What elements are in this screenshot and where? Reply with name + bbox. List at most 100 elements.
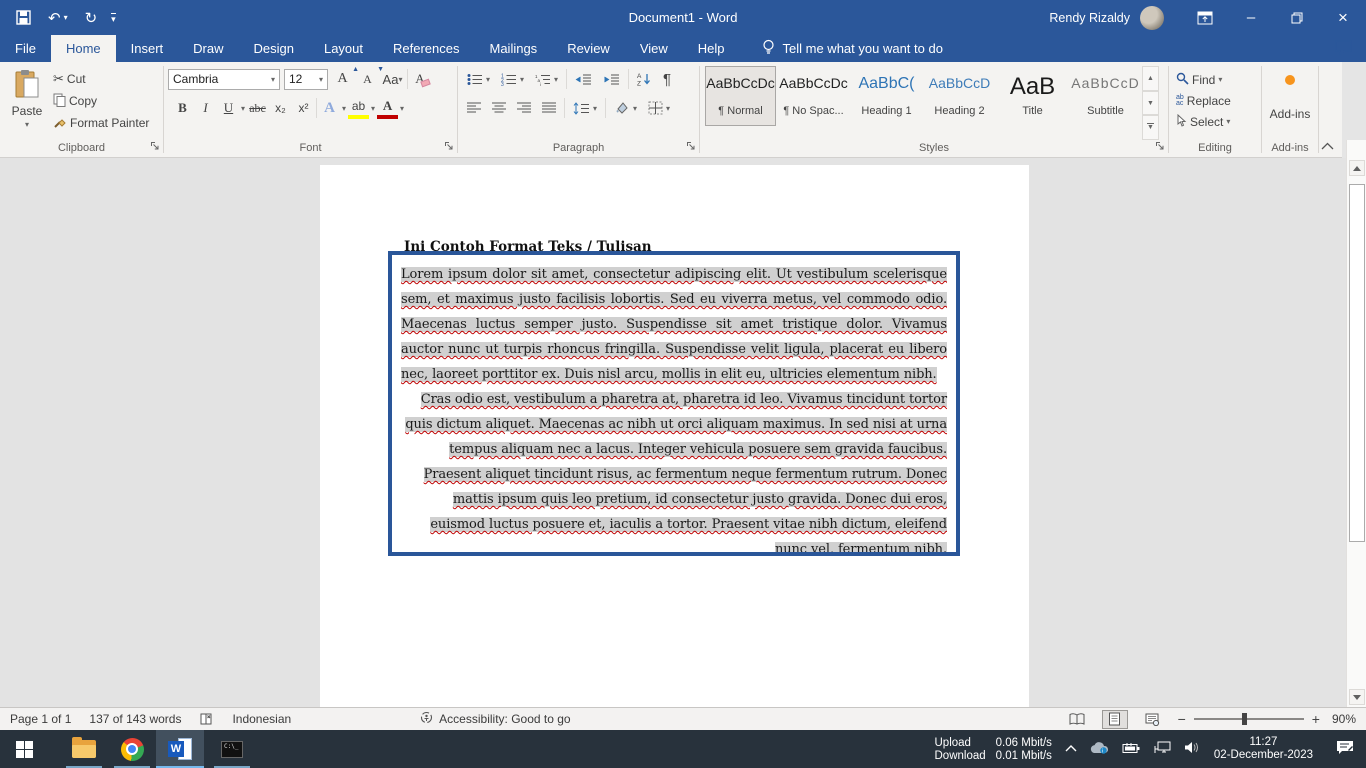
save-icon[interactable]	[16, 10, 31, 25]
bullets-button[interactable]: ▾	[464, 72, 493, 87]
style-heading-1[interactable]: AaBbC( Heading 1	[851, 66, 922, 126]
tab-design[interactable]: Design	[239, 35, 309, 62]
close-button[interactable]: ×	[1320, 0, 1366, 35]
styles-scroll-up-button[interactable]: ▲	[1142, 66, 1159, 91]
paragraph-border-box[interactable]: Lorem ipsum dolor sit amet, consectetur …	[388, 251, 960, 556]
redo-button[interactable]: ↻	[85, 9, 98, 27]
superscript-button[interactable]: x²	[293, 97, 314, 119]
addins-icon[interactable]	[1285, 75, 1295, 85]
zoom-slider[interactable]: − +	[1178, 711, 1320, 727]
select-button[interactable]: Select▾	[1173, 113, 1257, 130]
battery-icon[interactable]	[1122, 742, 1141, 757]
justify-button[interactable]	[539, 101, 559, 115]
subscript-button[interactable]: x₂	[270, 97, 291, 119]
tab-draw[interactable]: Draw	[178, 35, 238, 62]
web-layout-button[interactable]	[1140, 710, 1166, 729]
tab-layout[interactable]: Layout	[309, 35, 378, 62]
proofing-errors-icon[interactable]	[199, 712, 214, 726]
style-subtitle[interactable]: AaBbCcD Subtitle	[1070, 66, 1141, 126]
tab-insert[interactable]: Insert	[116, 35, 179, 62]
font-dialog-launcher[interactable]	[444, 140, 454, 154]
accessibility-indicator[interactable]: Accessibility: Good to go	[419, 710, 570, 728]
scroll-up-button[interactable]	[1349, 160, 1365, 176]
customize-qat-button[interactable]: ▾	[111, 13, 116, 23]
underline-button[interactable]: U	[218, 97, 239, 119]
style-no-spacing[interactable]: AaBbCcDc ¶ No Spac...	[778, 66, 849, 126]
cut-button[interactable]: ✂ Cut	[50, 70, 152, 88]
italic-button[interactable]: I	[195, 97, 216, 119]
text-highlight-button[interactable]: ab	[348, 97, 369, 119]
scrollbar-thumb[interactable]	[1349, 184, 1365, 542]
numbering-button[interactable]: 123 ▾	[498, 72, 527, 87]
styles-scroll-down-button[interactable]: ▼	[1142, 91, 1159, 116]
align-left-button[interactable]	[464, 101, 484, 115]
comments-icon[interactable]	[1335, 40, 1352, 58]
scroll-down-button[interactable]	[1349, 689, 1365, 705]
style-normal[interactable]: AaBbCcDc ¶ Normal	[705, 66, 776, 126]
collapse-ribbon-button[interactable]	[1321, 139, 1334, 153]
replace-button[interactable]: abac Replace	[1173, 92, 1257, 109]
multilevel-list-button[interactable]: 1ai ▾	[532, 72, 561, 87]
tab-home[interactable]: Home	[51, 35, 116, 62]
network-icon[interactable]	[1154, 741, 1171, 757]
tab-mailings[interactable]: Mailings	[475, 35, 553, 62]
volume-icon[interactable]	[1184, 741, 1201, 757]
zoom-out-button[interactable]: −	[1178, 711, 1186, 727]
tab-file[interactable]: File	[0, 35, 51, 62]
minimize-button[interactable]: –	[1228, 0, 1274, 35]
tell-me-box[interactable]: Tell me what you want to do	[762, 35, 943, 62]
font-name-combo[interactable]: Cambria ▾	[168, 69, 280, 90]
text-effects-caret-icon[interactable]: ▾	[342, 104, 346, 113]
taskbar-terminal[interactable]: C:\_	[208, 730, 256, 768]
language-indicator[interactable]: Indonesian	[232, 712, 291, 726]
change-case-button[interactable]: Aa▾	[382, 68, 403, 90]
decrease-indent-button[interactable]	[572, 72, 595, 87]
clock[interactable]: 11:27 02-December-2023	[1214, 736, 1313, 762]
style-heading-2[interactable]: AaBbCcD Heading 2	[924, 66, 995, 126]
bold-button[interactable]: B	[172, 97, 193, 119]
user-avatar[interactable]	[1140, 6, 1164, 30]
strikethrough-button[interactable]: abc	[247, 97, 268, 119]
find-button[interactable]: Find▾	[1173, 71, 1257, 88]
align-right-button[interactable]	[514, 101, 534, 115]
shading-button[interactable]: ▾	[611, 100, 640, 116]
styles-gallery-more-button[interactable]: ▼	[1142, 115, 1159, 140]
grow-font-button[interactable]: A▲	[332, 68, 353, 90]
align-center-button[interactable]	[489, 101, 509, 115]
document-page[interactable]: Ini Contoh Format Teks / Tulisan Lorem i…	[320, 165, 1029, 707]
network-speed-widget[interactable]: Upload0.06 Mbit/s Download0.01 Mbit/s	[935, 737, 1052, 762]
tray-expand-chevron-icon[interactable]	[1065, 743, 1077, 755]
increase-indent-button[interactable]	[600, 72, 623, 87]
styles-dialog-launcher[interactable]	[1155, 140, 1165, 154]
copy-button[interactable]: Copy	[50, 92, 152, 110]
tab-review[interactable]: Review	[552, 35, 625, 62]
addins-button[interactable]: Add-ins	[1270, 107, 1311, 121]
vertical-scrollbar[interactable]	[1346, 140, 1366, 707]
font-size-combo[interactable]: 12 ▾	[284, 69, 328, 90]
action-center-icon[interactable]	[1336, 740, 1354, 758]
zoom-in-button[interactable]: +	[1312, 711, 1320, 727]
style-title[interactable]: AaB Title	[997, 66, 1068, 126]
paragraph-dialog-launcher[interactable]	[686, 140, 696, 154]
borders-button[interactable]: ▾	[645, 100, 673, 116]
taskbar-file-explorer[interactable]	[60, 730, 108, 768]
tab-references[interactable]: References	[378, 35, 474, 62]
font-color-button[interactable]: A	[377, 97, 398, 119]
text-effects-button[interactable]: A	[319, 97, 340, 119]
restore-button[interactable]	[1274, 0, 1320, 35]
paste-button[interactable]: Paste ▾	[4, 65, 50, 141]
read-mode-button[interactable]	[1064, 710, 1090, 729]
show-hide-pilcrow-button[interactable]: ¶	[660, 70, 674, 89]
underline-caret-icon[interactable]: ▾	[241, 104, 245, 113]
signed-in-user[interactable]: Rendy Rizaldy	[1049, 11, 1130, 25]
tab-view[interactable]: View	[625, 35, 683, 62]
taskbar-chrome[interactable]	[108, 730, 156, 768]
start-button[interactable]	[0, 730, 48, 768]
line-spacing-button[interactable]: ▾	[570, 101, 600, 116]
onedrive-cloud-icon[interactable]: i	[1090, 741, 1109, 757]
page-number-indicator[interactable]: Page 1 of 1	[10, 712, 71, 726]
clipboard-dialog-launcher[interactable]	[150, 140, 160, 154]
tab-help[interactable]: Help	[683, 35, 740, 62]
taskbar-word[interactable]: W	[156, 730, 204, 768]
undo-button[interactable]: ↶▾	[45, 8, 71, 28]
